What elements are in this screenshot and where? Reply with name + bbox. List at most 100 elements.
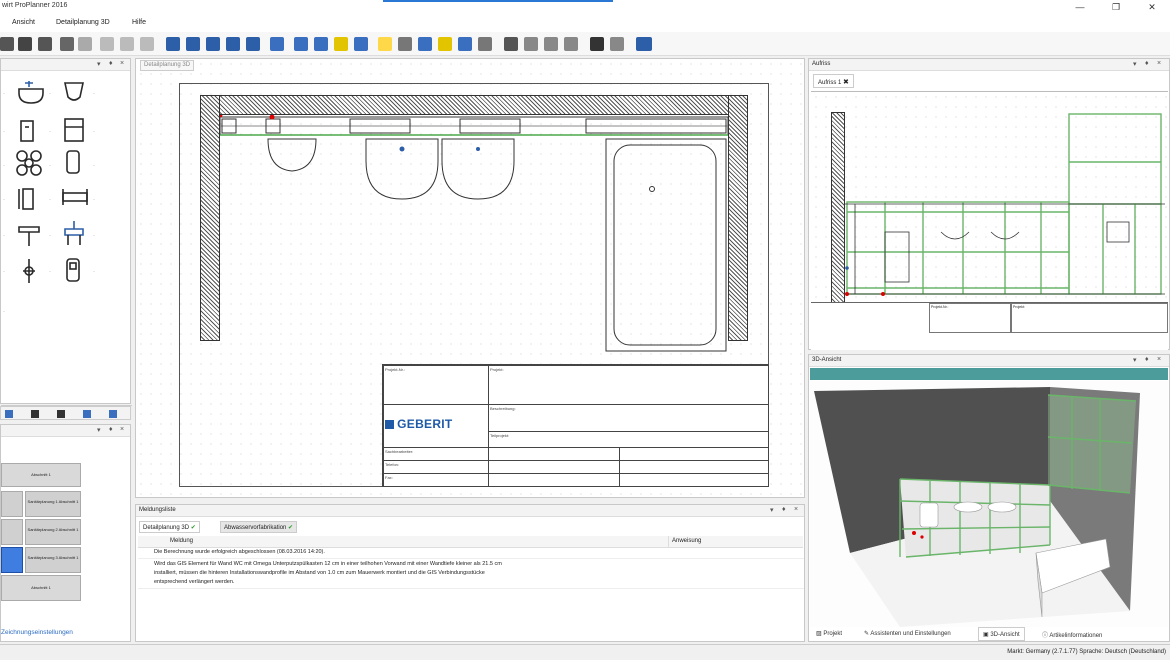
bench-symbol[interactable] (62, 189, 88, 205)
drawing-area[interactable]: Detailplanung 3D Projekt-Nr.: Projekt: G (135, 58, 805, 498)
structure-block-small[interactable] (1, 491, 23, 517)
message-row[interactable]: Wird das GIS Element für Wand WC mit Ome… (138, 561, 804, 570)
tool-icon[interactable] (31, 410, 39, 418)
menu-item-hilfe[interactable]: Hilfe (132, 19, 146, 26)
column-meldung[interactable]: Meldung (170, 538, 193, 544)
cistern-symbol[interactable] (20, 120, 34, 142)
faucet-symbol[interactable] (64, 221, 84, 245)
fit-icon[interactable] (270, 37, 284, 51)
select-icon[interactable] (378, 37, 392, 51)
tab-artikelinformationen[interactable]: ⓘ Artikelinformationen (1038, 627, 1106, 641)
print-icon[interactable] (18, 37, 32, 51)
tab-projekt[interactable]: ▨ Projekt (812, 627, 846, 641)
dropdown-icon[interactable]: ▾ (1133, 356, 1137, 364)
dropdown-icon[interactable]: ▾ (97, 426, 101, 434)
menu-item-ansicht[interactable]: Ansicht (12, 19, 35, 26)
3d-render[interactable] (810, 381, 1168, 627)
user-icon[interactable] (478, 37, 492, 51)
fan-symbol[interactable] (16, 150, 42, 176)
close-icon[interactable]: ✕ (1134, 0, 1170, 16)
save-icon[interactable] (0, 37, 14, 51)
export-icon[interactable] (38, 37, 52, 51)
pan-icon[interactable] (398, 37, 412, 51)
paste-icon[interactable] (140, 37, 154, 51)
tool-icon[interactable] (5, 410, 13, 418)
measure-icon[interactable] (458, 37, 472, 51)
structure-block-small[interactable] (1, 519, 23, 545)
valve-symbol[interactable] (23, 259, 35, 283)
menu-item-detailplanung[interactable]: Detailplanung 3D (56, 19, 110, 26)
tab-aufriss-1[interactable]: Aufriss 1 ✖ (813, 74, 854, 88)
tab-assistenten[interactable]: ✎ Assistenten und Einstellungen (860, 627, 955, 641)
structure-block[interactable]: Sanitärplanung 2 Abschnitt 1 (25, 519, 81, 545)
structure-block[interactable]: Sanitärplanung 1 Abschnitt 1 (25, 491, 81, 517)
redo-icon[interactable] (78, 37, 92, 51)
move-icon[interactable] (294, 37, 308, 51)
pointer-blue-icon[interactable] (354, 37, 368, 51)
tool-icon[interactable] (83, 410, 91, 418)
dropdown-icon[interactable]: ▾ (97, 60, 101, 68)
pin-icon[interactable]: ♦ (109, 426, 113, 433)
pin-icon[interactable]: ♦ (782, 506, 786, 513)
close-tab-icon[interactable]: ✖ (843, 79, 849, 86)
dropdown-icon[interactable]: ▾ (770, 506, 774, 514)
layer-icon[interactable] (636, 37, 652, 51)
copy-icon[interactable] (120, 37, 134, 51)
wc-symbol[interactable] (267, 138, 317, 172)
column-anweisung[interactable]: Anweisung (672, 538, 701, 544)
remote-symbol[interactable] (66, 258, 80, 282)
close-panel-icon[interactable]: × (120, 60, 124, 67)
wall-mount-symbol[interactable] (18, 188, 34, 210)
pin-icon[interactable]: ♦ (1145, 356, 1149, 363)
tab-3d-ansicht[interactable]: ▣ 3D-Ansicht (978, 627, 1025, 641)
drawing-settings-link[interactable]: Zeichnungseinstellungen (1, 629, 73, 636)
rectangle-icon[interactable] (564, 37, 578, 51)
structure-block[interactable]: Abschnitt 1 (1, 575, 81, 601)
bathtub[interactable] (605, 138, 727, 352)
pin-icon[interactable]: ♦ (1145, 60, 1149, 67)
zoom-out-icon[interactable] (186, 37, 200, 51)
zoom-previous-icon[interactable] (246, 37, 260, 51)
camera-icon[interactable] (610, 37, 624, 51)
message-row[interactable]: Die Berechnung wurde erfolgreich abgesch… (138, 549, 804, 559)
zoom-all-icon[interactable] (226, 37, 240, 51)
dropdown-icon[interactable]: ▾ (1133, 60, 1137, 68)
structure-block[interactable]: Abschnitt 1 (1, 463, 81, 487)
washbasin-symbol[interactable] (18, 81, 44, 104)
ruler-icon[interactable] (504, 37, 518, 51)
structure-block[interactable]: Sanitärplanung 3 Abschnitt 1 (25, 547, 81, 573)
line-icon[interactable] (524, 37, 538, 51)
minimize-icon[interactable]: — (1062, 0, 1098, 16)
close-panel-icon[interactable]: × (1157, 60, 1161, 67)
cell (488, 473, 620, 487)
tab-messages-abwasser[interactable]: Abwasservorfabrikation ✔ (220, 521, 298, 533)
tool-icon[interactable] (109, 410, 117, 418)
zoom-in-icon[interactable] (166, 37, 180, 51)
sink-symbol[interactable] (18, 226, 40, 246)
cabinet-symbol[interactable] (64, 118, 84, 142)
tab-messages-detail[interactable]: Detailplanung 3D ✔ (139, 521, 200, 533)
pin-icon[interactable]: ♦ (109, 60, 113, 67)
zoom-window-icon[interactable] (206, 37, 220, 51)
close-panel-icon[interactable]: × (794, 506, 798, 513)
maximize-icon[interactable]: ❐ (1098, 0, 1134, 16)
urinal-symbol[interactable] (64, 82, 84, 101)
close-panel-icon[interactable]: × (1157, 356, 1161, 363)
tab-detailplanung[interactable]: Detailplanung 3D (140, 60, 195, 71)
snap-icon[interactable] (438, 37, 452, 51)
elevation-panel: Aufriss ▾ ♦ × Aufriss 1 ✖ Projekt-Nr.: P… (808, 58, 1170, 350)
tool-icon[interactable] (57, 410, 65, 418)
undo-icon[interactable] (60, 37, 74, 51)
structure-block-selected[interactable] (1, 547, 23, 573)
ellipse-icon[interactable] (544, 37, 558, 51)
elevation-view[interactable]: Projekt-Nr.: Projekt: (811, 91, 1168, 350)
close-panel-icon[interactable]: × (120, 426, 124, 433)
cut-icon[interactable] (100, 37, 114, 51)
mirror-symbol[interactable] (66, 150, 80, 174)
home-icon[interactable] (314, 37, 328, 51)
tab-label: Projekt (823, 631, 843, 637)
magic-icon[interactable] (334, 37, 348, 51)
elevation-title-block: Projekt-Nr.: Projekt: (811, 302, 1168, 350)
dimension-icon[interactable] (418, 37, 432, 51)
gear-icon[interactable] (590, 37, 604, 51)
